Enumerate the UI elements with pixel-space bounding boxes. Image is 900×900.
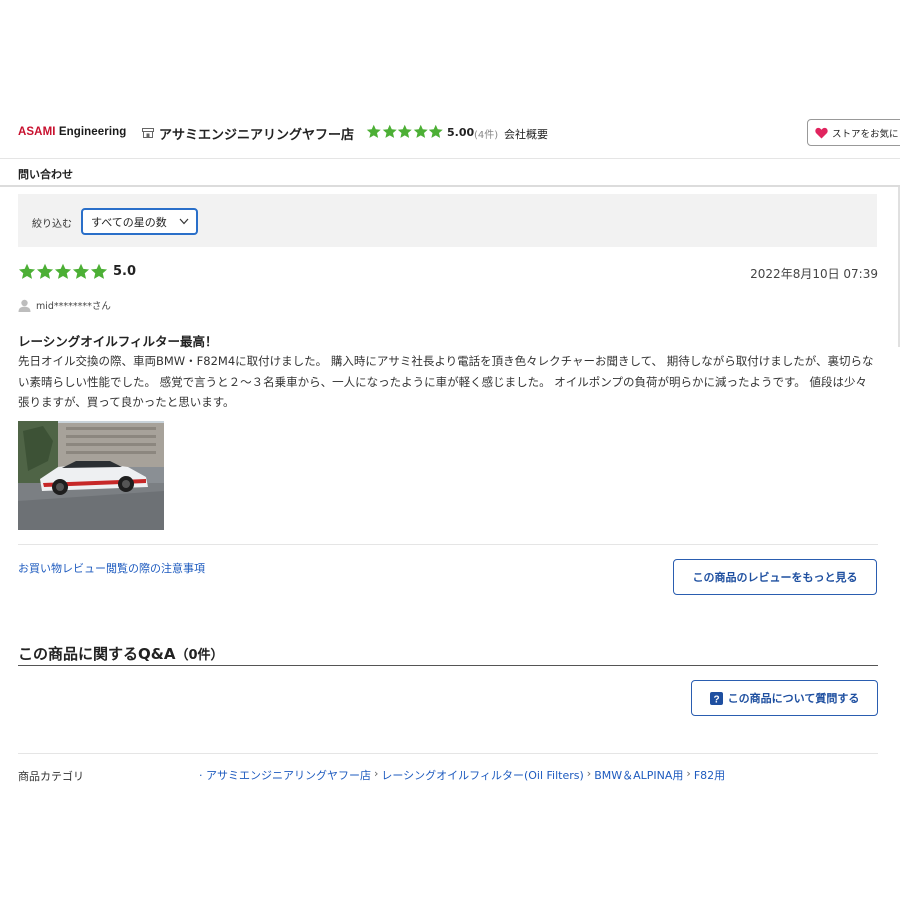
user-icon [18, 299, 31, 312]
divider [0, 185, 900, 187]
category-breadcrumb: · アサミエンジニアリングヤフー店 › レーシングオイルフィルター(Oil Fi… [199, 767, 725, 783]
filter-bar: 絞り込む すべての星の数 [18, 194, 877, 247]
qa-heading-text: この商品に関するQ&A [18, 645, 176, 663]
car-photo-image [18, 421, 164, 530]
heart-icon [815, 127, 828, 138]
breadcrumb-link[interactable]: レーシングオイルフィルター(Oil Filters) [381, 767, 583, 783]
store-name[interactable]: アサミエンジニアリングヤフー店 [159, 124, 354, 143]
breadcrumb-link[interactable]: F82用 [694, 767, 725, 783]
review-score: 5.0 [113, 264, 137, 279]
more-reviews-button[interactable]: この商品のレビューをもっと見る [673, 559, 877, 595]
store-rating-score: 5.00 [447, 126, 475, 139]
star-icon [54, 263, 72, 279]
qa-heading: この商品に関するQ&A（0件） [18, 643, 224, 664]
star-filter-select[interactable]: すべての星の数 [81, 208, 198, 235]
filter-label: 絞り込む [32, 219, 72, 230]
brand-logo-engineering: Engineering [55, 126, 127, 138]
ask-question-button[interactable]: ? この商品について質問する [691, 680, 878, 716]
star-icon [366, 124, 381, 138]
blank-area [0, 784, 900, 900]
reviewer-name: mid********さん [36, 301, 111, 312]
review-body: 先日オイル交換の際、車両BMW・F82M4に取付けました。 購入時にアサミ社長よ… [18, 354, 874, 409]
review-title: レーシングオイルフィルター最高！ [18, 334, 218, 349]
more-reviews-label: この商品のレビューをもっと見る [692, 571, 858, 584]
divider [18, 753, 878, 754]
star-icon [428, 124, 443, 138]
divider [18, 665, 878, 666]
star-icon [36, 263, 54, 279]
chevron-right-icon: › [374, 767, 379, 780]
divider [0, 158, 900, 159]
star-icon [382, 124, 397, 138]
breadcrumb-link[interactable]: BMW＆ALPINA用 [594, 767, 683, 783]
review-photo[interactable] [18, 421, 164, 530]
company-overview-link[interactable]: 会社概要 [504, 126, 548, 142]
review-rating-stars [18, 263, 108, 280]
divider [18, 544, 878, 545]
store-icon [142, 128, 154, 138]
star-icon [90, 263, 108, 279]
favorite-store-label: ストアをお気に [832, 128, 899, 140]
chevron-down-icon [179, 218, 189, 225]
star-icon [72, 263, 90, 279]
star-icon [18, 263, 36, 279]
category-label: 商品カテゴリ [18, 770, 84, 783]
qa-count: （0件） [175, 648, 224, 663]
star-icon [413, 124, 428, 138]
store-review-count[interactable]: (4件) [474, 126, 498, 141]
nav-contact[interactable]: 問い合わせ [18, 166, 73, 182]
favorite-store-button[interactable]: ストアをお気に [807, 119, 900, 146]
reviewer: mid********さん [18, 298, 111, 312]
star-filter-value: すべての星の数 [91, 215, 167, 229]
chevron-right-icon: › [586, 767, 592, 780]
brand-logo[interactable]: ASAMI Engineering [18, 126, 126, 138]
brand-logo-asami: ASAMI [18, 126, 56, 138]
ask-question-label: この商品について質問する [727, 692, 860, 705]
chevron-right-icon: › [686, 767, 691, 780]
question-icon: ? [709, 691, 723, 705]
star-icon [397, 124, 412, 138]
review-date: 2022年8月10日 07:39 [750, 267, 878, 281]
breadcrumb-link[interactable]: · アサミエンジニアリングヤフー店 [199, 767, 371, 783]
svg-text:?: ? [713, 694, 719, 705]
review-notice-link[interactable]: お買い物レビュー閲覧の際の注意事項 [18, 560, 205, 576]
store-header: ASAMI Engineering アサミエンジニアリングヤフー店 5.00 (… [0, 118, 900, 148]
store-rating-stars [366, 124, 444, 140]
